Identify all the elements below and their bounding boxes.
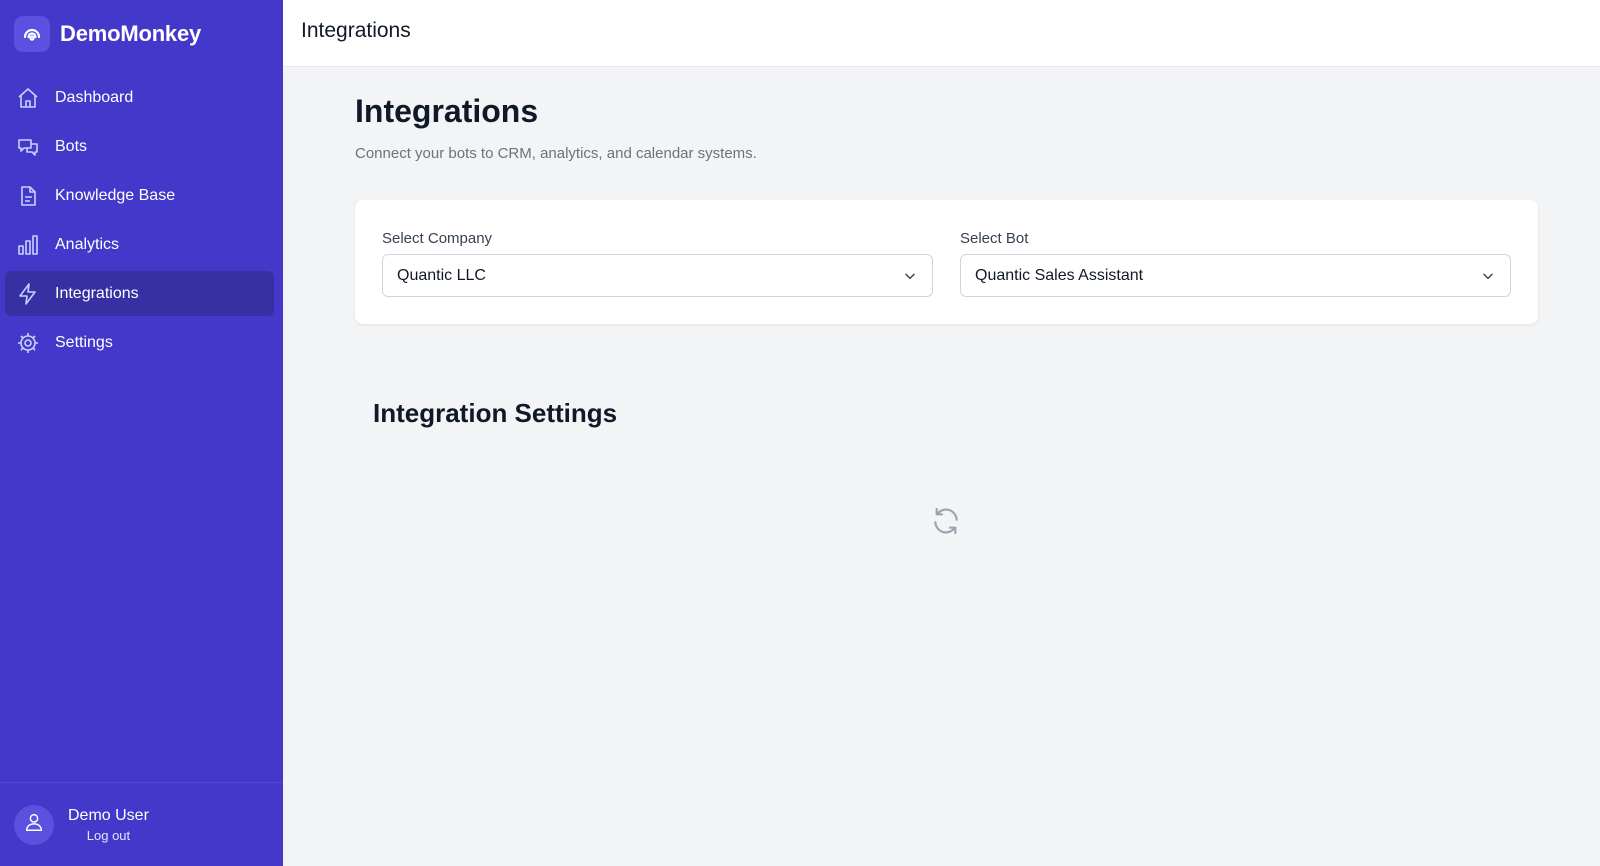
sidebar-item-label: Analytics	[55, 235, 120, 253]
bot-select-value: Quantic Sales Assistant	[975, 266, 1144, 284]
sidebar-item-label: Settings	[55, 333, 113, 351]
sidebar-nav: Dashboard Bots Knowledge Base Analytics …	[5, 75, 274, 369]
sidebar-item-settings[interactable]: Settings	[5, 320, 274, 365]
integration-settings-title: Integration Settings	[373, 398, 618, 428]
user-icon	[23, 811, 45, 838]
sidebar-item-bots[interactable]: Bots	[5, 124, 274, 169]
sidebar-item-label: Dashboard	[55, 88, 134, 106]
user-name: Demo User	[68, 806, 149, 824]
brand[interactable]: DemoMonkey	[14, 16, 201, 52]
sidebar-item-integrations[interactable]: Integrations	[5, 271, 274, 316]
bot-select-label: Select Bot	[960, 230, 1029, 247]
sidebar: DemoMonkey Dashboard Bots Knowledge Base…	[0, 0, 283, 866]
lightning-icon	[16, 282, 40, 306]
user-panel: Demo User Log out	[0, 782, 283, 866]
header-title: Integrations	[301, 19, 411, 42]
brand-name: DemoMonkey	[60, 21, 202, 46]
chevron-down-icon	[1480, 268, 1496, 284]
user-meta: Demo User Log out	[68, 807, 149, 843]
document-icon	[16, 184, 40, 208]
logout-link[interactable]: Log out	[87, 828, 130, 843]
gear-icon	[16, 331, 40, 355]
sidebar-item-label: Integrations	[55, 284, 139, 302]
chevron-down-icon	[902, 268, 918, 284]
bot-field: Select Bot Quantic Sales Assistant	[960, 230, 1511, 297]
page-title: Integrations	[355, 93, 539, 129]
top-bar: Integrations	[283, 0, 1600, 67]
chat-bubbles-icon	[16, 135, 40, 159]
page-subtitle: Connect your bots to CRM, analytics, and…	[355, 145, 757, 162]
bot-select[interactable]: Quantic Sales Assistant	[960, 254, 1511, 297]
brand-logo-icon	[14, 16, 50, 52]
sidebar-item-dashboard[interactable]: Dashboard	[5, 75, 274, 120]
refresh-icon	[930, 505, 962, 537]
company-select-value: Quantic LLC	[397, 266, 486, 284]
bar-chart-icon	[16, 233, 40, 257]
sidebar-item-label: Knowledge Base	[55, 186, 176, 204]
sidebar-item-label: Bots	[55, 137, 88, 155]
selection-card: Select Company Quantic LLC Select Bot Qu…	[355, 200, 1538, 324]
company-select[interactable]: Quantic LLC	[382, 254, 933, 297]
avatar[interactable]	[14, 804, 54, 845]
sidebar-item-knowledge-base[interactable]: Knowledge Base	[5, 173, 274, 218]
company-field: Select Company Quantic LLC	[382, 230, 933, 297]
sidebar-item-analytics[interactable]: Analytics	[5, 222, 274, 267]
company-select-label: Select Company	[382, 230, 493, 247]
home-icon	[16, 86, 40, 110]
